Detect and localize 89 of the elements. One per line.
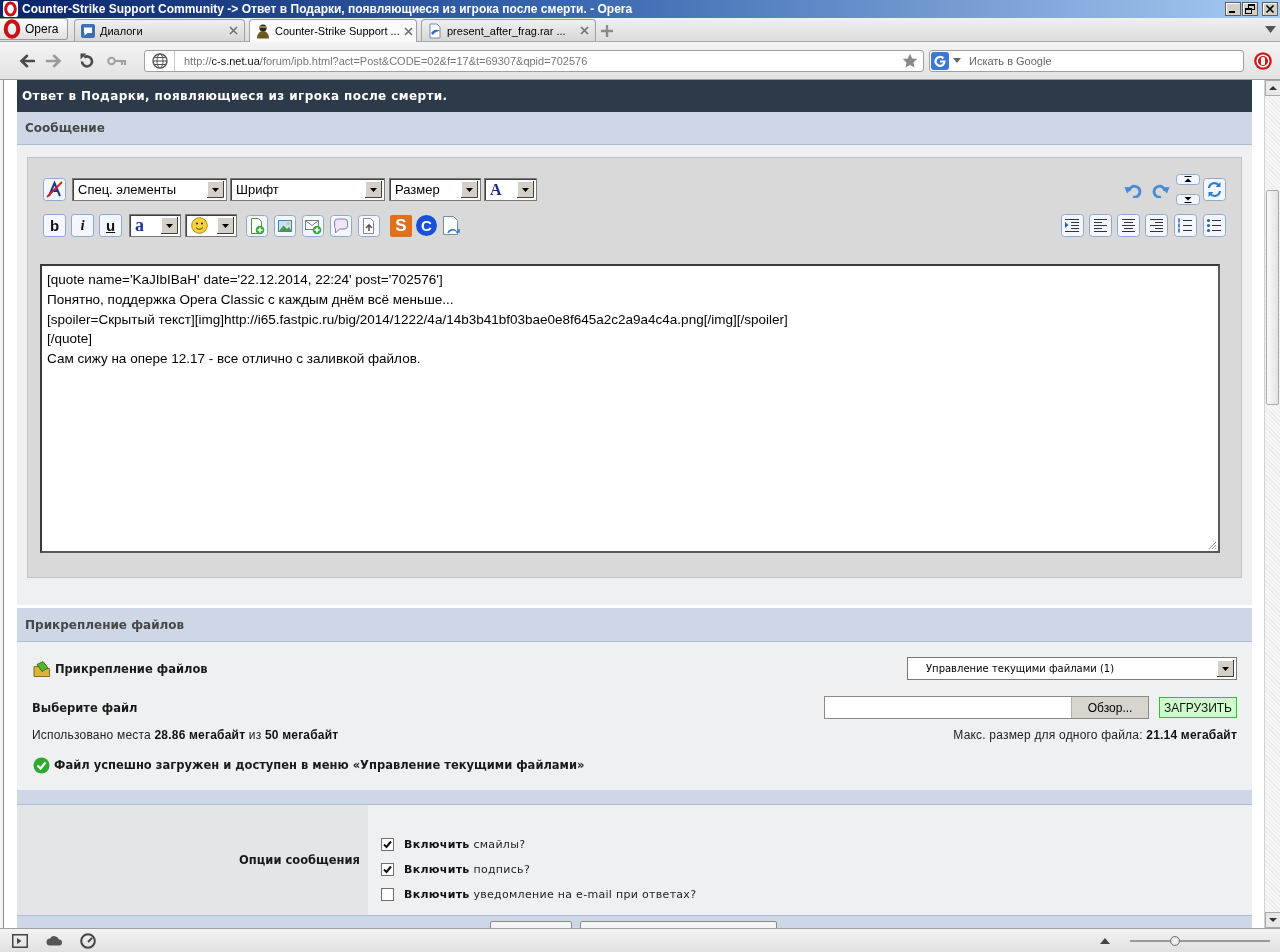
caret-icon[interactable]: [953, 58, 961, 63]
document-arrows-icon[interactable]: [440, 214, 462, 237]
back-icon[interactable]: [19, 53, 35, 68]
bold-button[interactable]: b: [43, 214, 66, 237]
minimize-icon[interactable]: [1225, 2, 1241, 16]
max-file-size-text: Макс. размер для одного файла: 21.14 мегабайт: [953, 727, 1237, 742]
clear-format-icon[interactable]: [43, 178, 66, 201]
folder-icon: [33, 659, 51, 678]
numbered-list-icon[interactable]: [1174, 214, 1197, 237]
speedometer-icon[interactable]: [80, 932, 96, 949]
restore-icon[interactable]: [1242, 2, 1258, 16]
file-input[interactable]: Обзор...: [824, 696, 1150, 719]
page-title: Ответ в Подарки, появляющиеся из игрока после смерти.: [17, 80, 1252, 112]
round-letter-button[interactable]: C: [416, 215, 437, 236]
text-area[interactable]: [40, 264, 1220, 553]
tab[interactable]: Диалоги: [74, 19, 245, 41]
options-label: Опции сообщения: [239, 853, 360, 867]
highlight-dropdown[interactable]: a: [129, 214, 181, 237]
figure-icon: [255, 23, 271, 39]
file-icon: [427, 22, 443, 39]
browse-button[interactable]: Обзор...: [1071, 697, 1149, 718]
checkbox-label: Включить смайлы?: [404, 838, 526, 851]
indent-icon[interactable]: [1061, 214, 1084, 237]
checkbox-label: Включить подпись?: [404, 863, 531, 876]
message-text: [quote name='KaJIbIBaH' date='22.12.2014, 22:24' post='702576'] Понятно, поддержка Opera Classic с каждым днём всё меньше... [spoiler=Скрытый текст][img]http://i65.fastpic.ru/big/2014/1222/4a/14b3b41bf03bae0e8f645a2c2a9a4c4a.png[/img][/spoiler] [/quote] Сам сижу на опере 12.17 - все отлично с заливкой файлов.: [47, 271, 789, 369]
speech-bubble-icon[interactable]: [330, 214, 352, 237]
page-plus-icon[interactable]: [246, 214, 268, 237]
close-icon[interactable]: [1262, 2, 1278, 16]
font-color-dropdown[interactable]: A: [484, 178, 537, 201]
dropdown-arrow-icon[interactable]: [517, 181, 534, 198]
checkbox[interactable]: [381, 888, 394, 901]
checkbox[interactable]: [381, 838, 394, 851]
panel-toggle-icon[interactable]: [12, 933, 28, 948]
resize-grip-icon[interactable]: [1208, 541, 1217, 550]
refresh-icon[interactable]: [1203, 178, 1226, 201]
caret-icon[interactable]: [1265, 26, 1276, 33]
check-circle-icon: [33, 756, 50, 774]
stop-icon[interactable]: [1254, 51, 1272, 70]
dropdown-arrow-icon[interactable]: [217, 217, 234, 234]
dropdown[interactable]: Спец. элементы: [72, 178, 227, 201]
chat-icon: [80, 22, 96, 39]
globe-icon[interactable]: [151, 52, 168, 69]
emoticon-dropdown[interactable]: [185, 214, 237, 237]
star-icon[interactable]: [902, 53, 918, 68]
url-text: http://c-s.net.ua/forum/ipb.html?act=Post&CODE=02&f=17&t=69307&qpid=702576: [184, 54, 588, 67]
dropdown-arrow-icon[interactable]: [1217, 660, 1234, 677]
dropdown[interactable]: Размер: [389, 178, 481, 201]
plus-icon[interactable]: [600, 23, 614, 38]
scroll-up-icon[interactable]: [1265, 80, 1280, 96]
arrow-down-icon[interactable]: [1176, 194, 1200, 205]
slider-thumb[interactable]: [1169, 935, 1180, 946]
italic-button[interactable]: i: [71, 214, 94, 237]
align-left-icon[interactable]: [1089, 214, 1112, 237]
envelope-plus-icon[interactable]: [302, 214, 324, 237]
tab[interactable]: Counter-Strike Support ...: [249, 19, 417, 42]
dropdown-arrow-icon[interactable]: [461, 181, 478, 198]
dropdown-arrow-icon[interactable]: [365, 181, 382, 198]
smiley-icon: [191, 217, 208, 234]
cloud-icon[interactable]: [46, 935, 63, 946]
tab[interactable]: present_after_frag.rar ...: [421, 19, 596, 41]
scrollbar-thumb[interactable]: [1266, 190, 1279, 405]
menu-button[interactable]: Opera: [0, 18, 68, 40]
checkbox[interactable]: [381, 863, 394, 876]
caret-up-icon[interactable]: [1100, 937, 1110, 944]
attachments-label: Прикрепление файлов: [55, 661, 208, 676]
logo-icon: [3, 19, 21, 39]
dropdown-arrow-icon[interactable]: [207, 181, 224, 198]
align-right-icon[interactable]: [1145, 214, 1168, 237]
dropdown-arrow-icon[interactable]: [161, 217, 178, 234]
bullet-list-icon[interactable]: [1203, 214, 1226, 237]
dropdown[interactable]: Шрифт: [230, 178, 385, 201]
align-center-icon[interactable]: [1117, 214, 1140, 237]
window-title: Counter-Strike Support Community -> Ответ в Подарки, появляющиеся из игрока после смерти. - Opera: [22, 2, 634, 16]
image-icon[interactable]: [274, 214, 296, 237]
upload-button[interactable]: ЗАГРУЗИТЬ: [1159, 697, 1237, 718]
file-manager-dropdown[interactable]: Управление текущими файлами (1): [907, 657, 1237, 680]
scroll-down-icon[interactable]: [1265, 912, 1280, 928]
arrow-up-icon[interactable]: [1176, 174, 1200, 185]
section-header: Прикрепление файлов: [17, 608, 1252, 642]
reload-icon[interactable]: [79, 52, 95, 69]
address-field[interactable]: http://c-s.net.ua/forum/ipb.html?act=Post&CODE=02&f=17&t=69307&qpid=702576: [144, 49, 924, 72]
choose-file-label: Выберите файл: [32, 700, 138, 715]
underline-button[interactable]: u: [99, 214, 122, 237]
section-header: Сообщение: [17, 112, 1252, 145]
checkbox-label: Включить уведомление на e-mail при ответах?: [404, 888, 697, 901]
logo-icon: [3, 1, 18, 17]
search-field[interactable]: Искать в Google: [929, 49, 1244, 72]
success-message: Файл успешно загружен и доступен в меню «Управление текущими файлами»: [54, 758, 585, 772]
storage-usage-text: Использовано места 28.86 мегабайт из 50 мегабайт: [32, 727, 339, 742]
